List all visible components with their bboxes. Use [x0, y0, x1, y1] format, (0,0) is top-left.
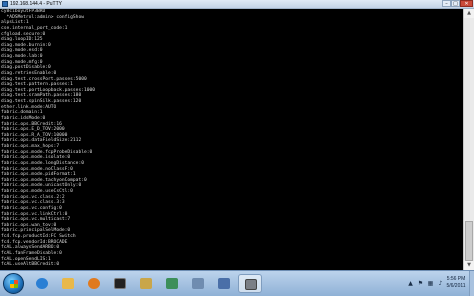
- window-controls: – □ ✕: [442, 0, 473, 7]
- putty-app-icon[interactable]: [2, 1, 8, 7]
- taskbar-ie-button[interactable]: [30, 274, 54, 293]
- system-tray: ▲ ⚑ ▦ ♪: [407, 280, 444, 287]
- minimize-button[interactable]: –: [442, 0, 451, 7]
- app-icon: [140, 278, 152, 289]
- taskbar-app7-button[interactable]: [186, 274, 210, 293]
- internet-explorer-icon: [36, 278, 48, 289]
- close-button[interactable]: ✕: [460, 0, 473, 7]
- clock-time: 5:56 PM: [446, 276, 466, 282]
- taskbar-explorer-button[interactable]: [56, 274, 80, 293]
- action-center-flag-icon[interactable]: ⚑: [417, 280, 424, 287]
- show-desktop-button[interactable]: [469, 271, 474, 296]
- show-hidden-icons-icon[interactable]: ▲: [407, 280, 414, 287]
- putty-window: 192.168.144.4 - PuTTY – □ ✕ cy8ciboyutFP…: [0, 0, 474, 270]
- terminal-line: fcAL.useAltBBCredit:0: [1, 262, 60, 268]
- terminal-output[interactable]: cy8ciboyutFP3BRU *ADSMetrol:admin> confi…: [0, 9, 462, 270]
- command-prompt-icon: [114, 278, 126, 289]
- terminal-scrollbar[interactable]: ▲ ▼: [463, 9, 474, 270]
- scroll-down-arrow-icon[interactable]: ▼: [464, 261, 474, 270]
- app-icon: [166, 278, 178, 289]
- taskbar: ▲ ⚑ ▦ ♪ 5:56 PM 5/6/2011: [0, 270, 474, 296]
- putty-icon: [245, 279, 257, 290]
- scroll-up-arrow-icon[interactable]: ▲: [464, 9, 474, 18]
- window-title: 192.168.144.4 - PuTTY: [10, 1, 62, 7]
- volume-icon[interactable]: ♪: [437, 280, 444, 287]
- taskbar-cmd-button[interactable]: [108, 274, 132, 293]
- scroll-thumb[interactable]: [465, 221, 473, 261]
- maximize-button[interactable]: □: [451, 0, 460, 7]
- taskbar-clock[interactable]: 5:56 PM 5/6/2011: [444, 276, 468, 290]
- taskbar-media-button[interactable]: [82, 274, 106, 293]
- taskbar-app6-button[interactable]: [160, 274, 184, 293]
- app-icon: [218, 278, 230, 289]
- app-icon: [192, 278, 204, 289]
- start-button[interactable]: [3, 273, 24, 294]
- taskbar-putty-button[interactable]: [238, 274, 262, 293]
- title-bar[interactable]: 192.168.144.4 - PuTTY – □ ✕: [0, 0, 474, 9]
- taskbar-app5-button[interactable]: [134, 274, 158, 293]
- network-icon[interactable]: ▦: [427, 280, 434, 287]
- clock-date: 5/6/2011: [446, 283, 466, 289]
- taskbar-app8-button[interactable]: [212, 274, 236, 293]
- folder-icon: [62, 278, 74, 289]
- media-player-icon: [88, 278, 100, 289]
